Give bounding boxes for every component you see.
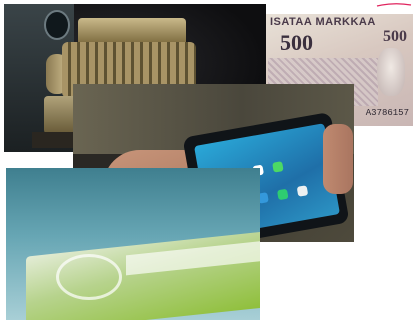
fingers [323,124,353,194]
credit-card-photo [6,168,260,320]
app-icon [296,185,309,197]
banknote-corner-value: 500 [383,28,407,45]
banknote-portrait [377,48,405,96]
banknote-title: ISATAA MARKKAA [270,16,376,28]
contactless-swirl-icon [56,254,122,300]
app-icon [272,161,284,173]
wall-dial [44,10,70,40]
banknote-serial: A3786157 [365,108,409,118]
register-top [78,18,186,44]
pen-stroke-mark [376,3,412,7]
app-icon [276,188,289,201]
banknote-value: 500 [280,30,313,55]
